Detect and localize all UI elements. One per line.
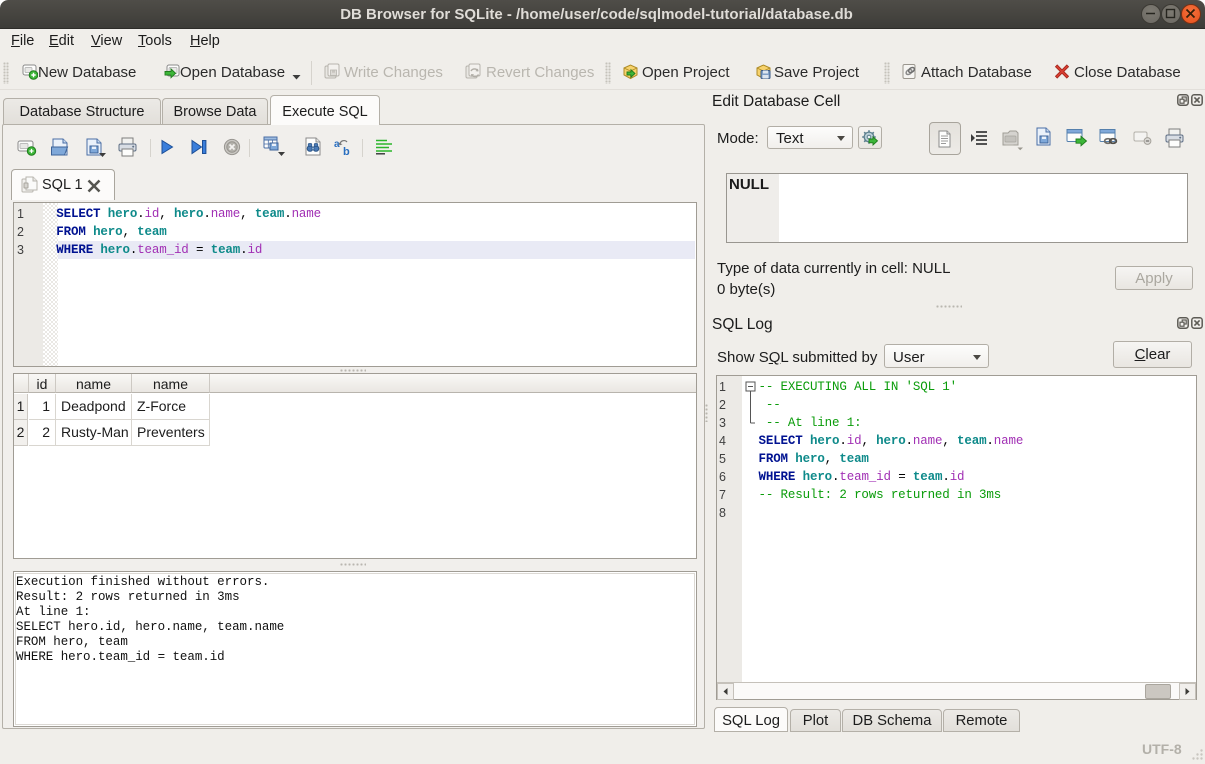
svg-text:b: b (343, 146, 350, 157)
svg-text:a: a (334, 139, 340, 150)
